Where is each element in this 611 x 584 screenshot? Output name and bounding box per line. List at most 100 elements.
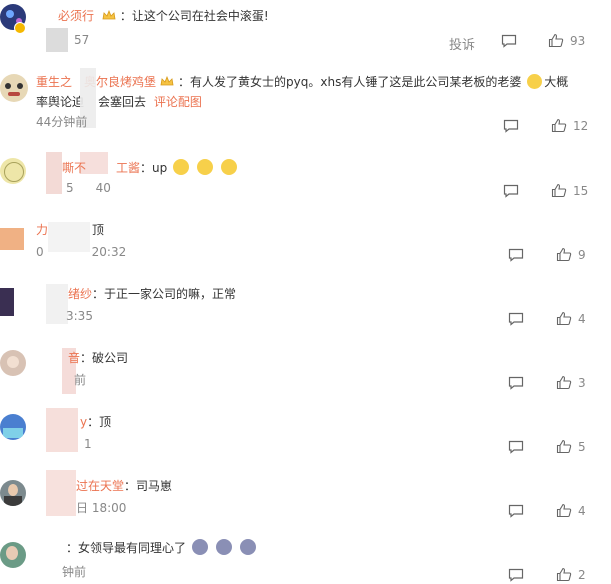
comment-text: 顶 [92, 223, 105, 237]
thumbs-up-icon [556, 439, 572, 454]
comment-text: 破公司 [92, 351, 129, 365]
username[interactable]: 绪纱 [36, 287, 92, 301]
like-count: 4 [578, 503, 586, 518]
reply-button[interactable] [508, 504, 524, 518]
reply-button[interactable] [508, 440, 524, 454]
like-button[interactable]: 3 [556, 375, 586, 390]
thumbs-up-icon [556, 247, 572, 262]
reply-button[interactable] [503, 119, 519, 133]
username[interactable]: 嘶不 工酱 [36, 161, 140, 175]
thumbs-up-icon [556, 375, 572, 390]
comment-icon [508, 376, 524, 390]
avatar[interactable] [0, 288, 14, 316]
like-button[interactable]: 15 [551, 183, 588, 198]
comment-time: 日 18:00 [76, 501, 127, 515]
comment-text: 让这个公司在社会中滚蛋! [131, 9, 269, 23]
thumbs-up-icon [556, 311, 572, 326]
like-button[interactable]: 12 [551, 118, 588, 133]
like-count: 5 [578, 439, 586, 454]
comment-line: ：女领导最有同理心了 [36, 538, 258, 558]
comment-item-9: ：女领导最有同理心了 钟前 2 [0, 534, 611, 584]
comment-line: 绪纱：于正一家公司的嘛，正常 [36, 284, 236, 304]
reply-button[interactable] [508, 568, 524, 582]
comment-text: 有人发了黄女士的pyq。xhs有人锤了这是此公司某老板的老婆 [190, 75, 522, 89]
thumbs-up-icon [556, 567, 572, 582]
reply-button[interactable] [508, 376, 524, 390]
comment-time: 0 20:32 [36, 245, 127, 259]
comment-icon [501, 34, 517, 48]
comment-line: 过在天堂：司马崽 [36, 476, 172, 496]
comment-icon [508, 568, 524, 582]
like-button[interactable]: 4 [556, 503, 586, 518]
comment-time: 44分钟前 [36, 115, 88, 129]
avatar[interactable] [0, 542, 26, 568]
comment-icon [503, 184, 519, 198]
thumbs-up-icon [548, 33, 564, 48]
comment-item-3: 嘶不 工酱：up 5 40 15 [0, 150, 611, 210]
verified-badge-icon [14, 22, 26, 34]
comment-time: 钟前 [62, 565, 87, 579]
comment-text: up [152, 161, 168, 175]
reply-button[interactable] [508, 248, 524, 262]
crying-emoji-icon [220, 159, 237, 175]
like-button[interactable]: 4 [556, 311, 586, 326]
comment-text: 顶 [99, 415, 112, 429]
username[interactable] [36, 541, 66, 555]
avatar[interactable] [0, 228, 24, 250]
comment-time: 3:35 [66, 309, 93, 323]
comment-line: 嘶不 工酱：up [36, 158, 239, 178]
avatar[interactable] [0, 74, 28, 102]
emoji-icon [191, 539, 208, 555]
emoji-icon [215, 539, 232, 555]
username[interactable]: y [36, 415, 87, 429]
like-count: 4 [578, 311, 586, 326]
comment-line: 音：破公司 [36, 348, 128, 368]
comment-time: 前 [74, 373, 87, 387]
emoji-icon [239, 539, 256, 555]
username[interactable]: 过在天堂 [36, 479, 124, 493]
comment-item-1: 必须行 ：让这个公司在社会中滚蛋! 57 投诉 93 [0, 0, 611, 60]
like-count: 9 [578, 247, 586, 262]
crown-badge-icon [160, 76, 174, 86]
comment-item-8: 过在天堂：司马崽 日 18:00 4 [0, 470, 611, 530]
avatar[interactable] [0, 350, 26, 376]
reply-button[interactable] [503, 184, 519, 198]
like-count: 2 [578, 567, 586, 582]
comment-item-7: y：顶 1 5 [0, 406, 611, 466]
crying-emoji-icon [196, 159, 213, 175]
like-button[interactable]: 2 [556, 567, 586, 582]
comment-icon [508, 248, 524, 262]
comment-time: 5 40 [66, 181, 111, 195]
reply-button[interactable] [501, 34, 517, 48]
username[interactable]: 必须行 [58, 9, 94, 23]
avatar[interactable] [0, 480, 26, 506]
comment-line: 必须行 ：让这个公司在社会中滚蛋! [58, 9, 269, 23]
avatar[interactable] [0, 158, 26, 184]
username[interactable]: 重生之 奥尔良烤鸡堡 [36, 75, 156, 89]
comment-image-link[interactable]: 评论配图 [154, 95, 202, 109]
comment-item-4: 力 顶 0 20:32 9 [0, 214, 611, 274]
username[interactable]: 力 [36, 223, 48, 237]
comment-icon [503, 119, 519, 133]
like-button[interactable]: 93 [548, 33, 585, 48]
comment-icon [508, 504, 524, 518]
avatar[interactable] [0, 414, 26, 440]
crown-badge-icon [102, 10, 116, 20]
mosaic-blur [46, 28, 68, 52]
emoji-icon [527, 74, 543, 89]
like-button[interactable]: 9 [556, 247, 586, 262]
comment-item-5: 绪纱：于正一家公司的嘛，正常 3:35 4 [0, 278, 611, 338]
like-button[interactable]: 5 [556, 439, 586, 454]
reply-button[interactable] [508, 312, 524, 326]
comment-icon [508, 312, 524, 326]
comment-text: 女领导最有同理心了 [78, 541, 187, 555]
thumbs-up-icon [551, 183, 567, 198]
thumbs-up-icon [556, 503, 572, 518]
username[interactable]: 音 [36, 351, 80, 365]
like-count: 3 [578, 375, 586, 390]
report-button[interactable]: 投诉 [449, 34, 475, 53]
comment-item-2: 重生之 奥尔良烤鸡堡 ：有人发了黄女士的pyq。xhs有人锤了这是此公司某老板的老婆… [0, 66, 611, 138]
like-count: 93 [570, 33, 586, 48]
comment-line: y：顶 [36, 412, 111, 432]
comment-icon [508, 440, 524, 454]
